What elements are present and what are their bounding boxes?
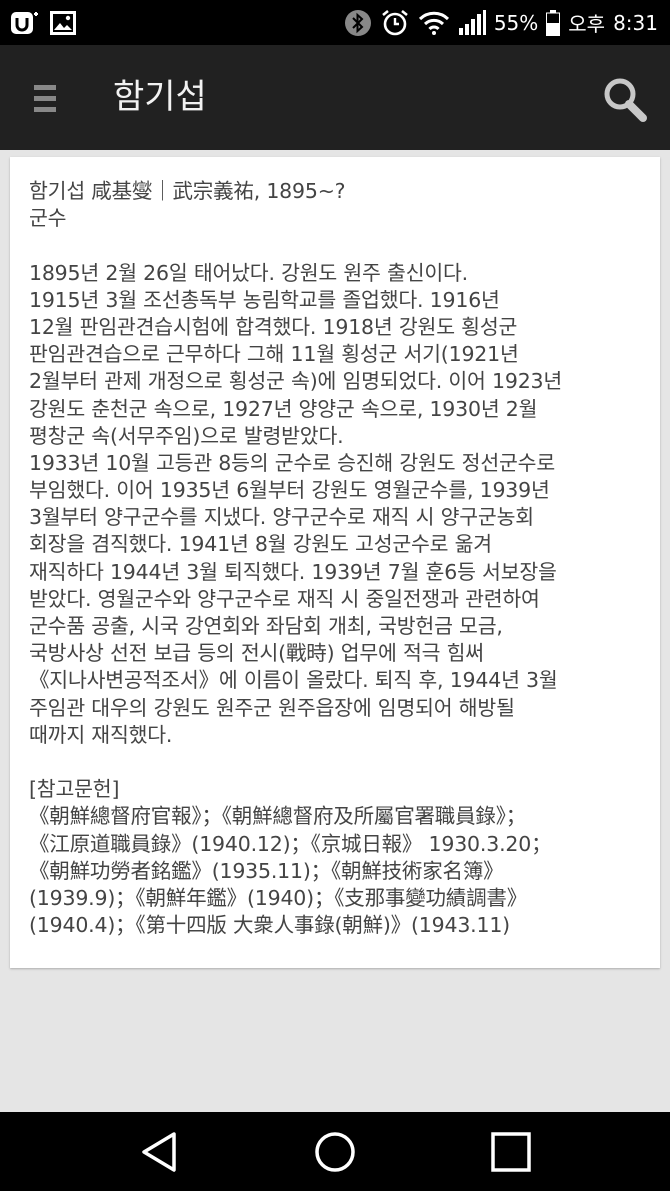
body-line: 받았다. 영월군수와 양구군수로 재직 시 중일전쟁과 관련하여	[29, 586, 540, 611]
body-line: 군수품 공출, 시국 강연회와 좌담회 개최, 국방헌금 모금,	[29, 614, 503, 638]
body-line: 국방사상 선전 보급 등의 전시(戰時) 업무에 적극 힘써	[29, 641, 484, 666]
body-line: 강원도 춘천군 속으로, 1927년 양양군 속으로, 1930년 2월	[29, 396, 538, 421]
alarm-icon	[380, 8, 410, 38]
status-right: 55% 오후 8:31	[344, 8, 658, 38]
status-bar: 55% 오후 8:31	[0, 0, 670, 45]
status-ampm: 오후	[568, 12, 606, 36]
body-line: 주임관 대우의 강원도 원주군 원주읍장에 임명되어 해방될	[29, 695, 515, 720]
signal-icon	[458, 9, 486, 36]
body-line: 12월 판임관견습시험에 합격했다. 1918년 강원도 횡성군	[29, 314, 518, 339]
app-bar: 함기섭	[0, 45, 670, 150]
body-line: 《지나사변공적조서》에 이름이 올랐다. 퇴직 후, 1944년 3월	[29, 668, 558, 693]
body-line: 재직하다 1944년 3월 퇴직했다. 1939년 7월 훈6등 서보장을	[29, 559, 557, 584]
reference-line: 《朝鮮功勞者銘鑑》(1935.11)；《朝鮮技術家名簿》	[29, 858, 504, 883]
search-icon[interactable]	[601, 76, 649, 124]
body-line: 1895년 2월 26일 태어났다. 강원도 원주 출신이다.	[29, 260, 468, 285]
recent-apps-icon[interactable]	[489, 1130, 533, 1174]
battery-percent: 55%	[493, 10, 539, 35]
reference-line: (1940.4)；《第十四版 大衆人事錄(朝鮮)》(1943.11)	[29, 913, 510, 938]
image-icon	[50, 10, 76, 35]
status-left	[10, 10, 76, 36]
references-title: [참고문헌]	[29, 777, 120, 802]
back-icon[interactable]	[138, 1130, 182, 1174]
body-line: 1933년 10월 고등관 8등의 군수로 승진해 강원도 정선군수로	[29, 450, 555, 475]
menu-icon[interactable]	[34, 83, 58, 115]
body-line: 2월부터 관제 개정으로 횡성군 속)에 임명되었다. 이어 1923년	[29, 369, 563, 394]
body-line: 부임했다. 이어 1935년 6월부터 강원도 영월군수를, 1939년	[29, 478, 550, 503]
body-line: 회장을 겸직했다. 1941년 8월 강원도 고성군수로 옮겨	[29, 532, 492, 557]
reference-line: 《江原道職員錄》(1940.12)；《京城日報》 1930.3.20；	[29, 831, 552, 856]
page-title: 함기섭	[113, 77, 207, 117]
entry-name-line: 함기섭 咸基燮｜武宗義祐, 1895~?	[29, 179, 346, 203]
body-line: 1915년 3월 조선총독부 농림학교를 졸업했다. 1916년	[29, 287, 500, 312]
status-time: 8:31	[613, 10, 658, 35]
reference-line: 《朝鮮總督府官報》；《朝鮮總督府及所屬官署職員錄》；	[29, 804, 527, 829]
body-line: 때까지 재직했다.	[29, 722, 173, 747]
battery-icon	[546, 9, 561, 36]
bluetooth-icon	[344, 9, 372, 37]
navigation-bar	[0, 1112, 670, 1191]
body-line: 판임관견습으로 근무하다 그해 11월 횡성군 서기(1921년	[29, 342, 519, 367]
home-icon[interactable]	[313, 1130, 357, 1174]
reference-line: (1939.9)；《朝鮮年鑑》(1940)；《支那事變功績調書》	[29, 885, 527, 910]
uplus-icon	[10, 10, 40, 36]
body-line: 3월부터 양구군수를 지냈다. 양구군수로 재직 시 양구군농회	[29, 505, 534, 530]
body-line: 평창군 속(서무주임)으로 발령받았다.	[29, 423, 344, 448]
entry-occupation: 군수	[29, 206, 67, 231]
entry-card: 함기섭 咸基燮｜武宗義祐, 1895~? 군수 1895년 2월 26일 태어났…	[10, 157, 660, 968]
wifi-icon	[418, 10, 450, 36]
